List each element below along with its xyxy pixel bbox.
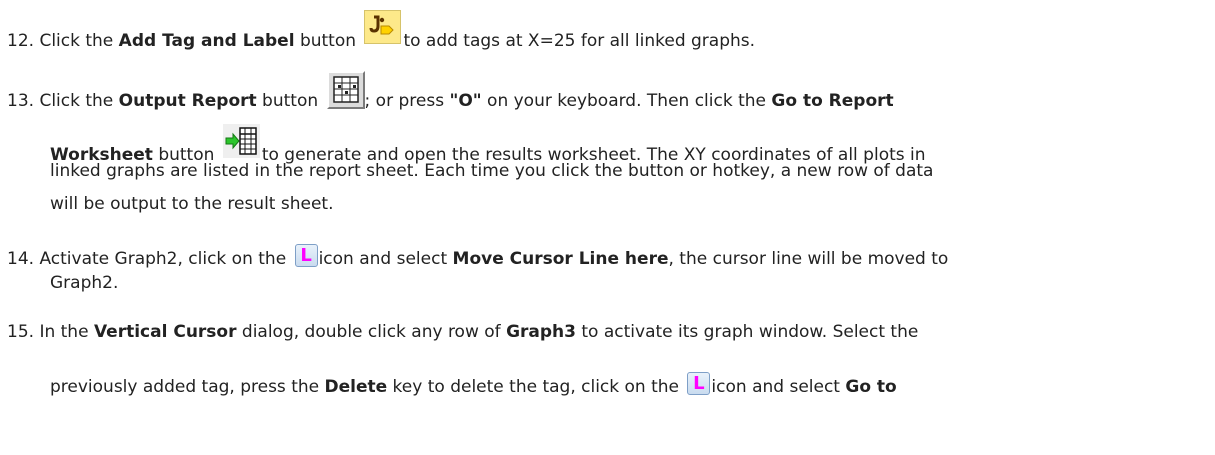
move-cursor-line-term: Move Cursor Line here xyxy=(452,249,669,269)
cursor-line-L-icon: L xyxy=(687,372,711,395)
step-13-line-4: will be output to the result sheet. xyxy=(50,194,334,214)
step-text: In the xyxy=(39,322,94,342)
go-to-report-worksheet-icon xyxy=(222,124,260,158)
step-13-line-2: Worksheet button to generate and open th… xyxy=(50,124,926,165)
step-text: Click the xyxy=(39,91,119,111)
step-13-line-3: linked graphs are listed in the report s… xyxy=(50,161,933,181)
step-text: key to delete the tag, click on the xyxy=(387,377,685,397)
add-tag-label-icon xyxy=(364,10,402,44)
add-tag-label-term: Add Tag and Label xyxy=(118,31,295,51)
step-text: Click the xyxy=(39,31,119,51)
step-text: to activate its graph window. Select the xyxy=(575,322,919,342)
step-number: 13. xyxy=(7,91,35,111)
hotkey-term: "O" xyxy=(449,91,482,111)
step-number: 15. xyxy=(7,322,35,342)
step-number: 14. xyxy=(7,249,35,269)
step-text: dialog, double click any row of xyxy=(236,322,507,342)
output-report-icon xyxy=(326,71,365,109)
step-text: Activate Graph2, click on the xyxy=(39,249,292,269)
step-text: ; or press xyxy=(364,91,450,111)
step-text: icon and select xyxy=(318,249,453,269)
delete-key-term: Delete xyxy=(324,377,388,397)
step-text: on your keyboard. Then click the xyxy=(481,91,772,111)
step-text: to add tags at X=25 for all linked graph… xyxy=(403,31,756,51)
step-text: button xyxy=(294,31,362,51)
step-number: 12. xyxy=(7,31,35,51)
step-14-line-1: 14. Activate Graph2, click on the Licon … xyxy=(7,241,948,269)
step-text: icon and select xyxy=(711,377,846,397)
step-text: linked graphs are listed in the report s… xyxy=(50,161,934,181)
cursor-line-L-icon: L xyxy=(294,244,318,267)
L-glyph: L xyxy=(693,373,705,394)
step-text: button xyxy=(256,91,324,111)
step-12-line-1: 12. Click the Add Tag and Label button t… xyxy=(7,10,756,51)
graph3-term: Graph3 xyxy=(506,322,576,342)
step-13-line-1: 13. Click the Output Report button ; or … xyxy=(7,68,894,111)
step-text: Graph2. xyxy=(50,273,119,293)
step-15-line-2: previously added tag, press the Delete k… xyxy=(50,369,897,397)
step-15-line-1: 15. In the Vertical Cursor dialog, doubl… xyxy=(7,322,918,342)
step-text: , the cursor line will be moved to xyxy=(668,249,949,269)
output-report-term: Output Report xyxy=(118,91,257,111)
go-to-report-term: Go to Report xyxy=(771,91,894,111)
vertical-cursor-term: Vertical Cursor xyxy=(93,322,237,342)
step-text: will be output to the result sheet. xyxy=(50,194,334,214)
L-glyph: L xyxy=(300,245,312,266)
go-to-term: Go to xyxy=(845,377,897,397)
step-14-line-2: Graph2. xyxy=(50,273,118,293)
step-text: previously added tag, press the xyxy=(50,377,325,397)
